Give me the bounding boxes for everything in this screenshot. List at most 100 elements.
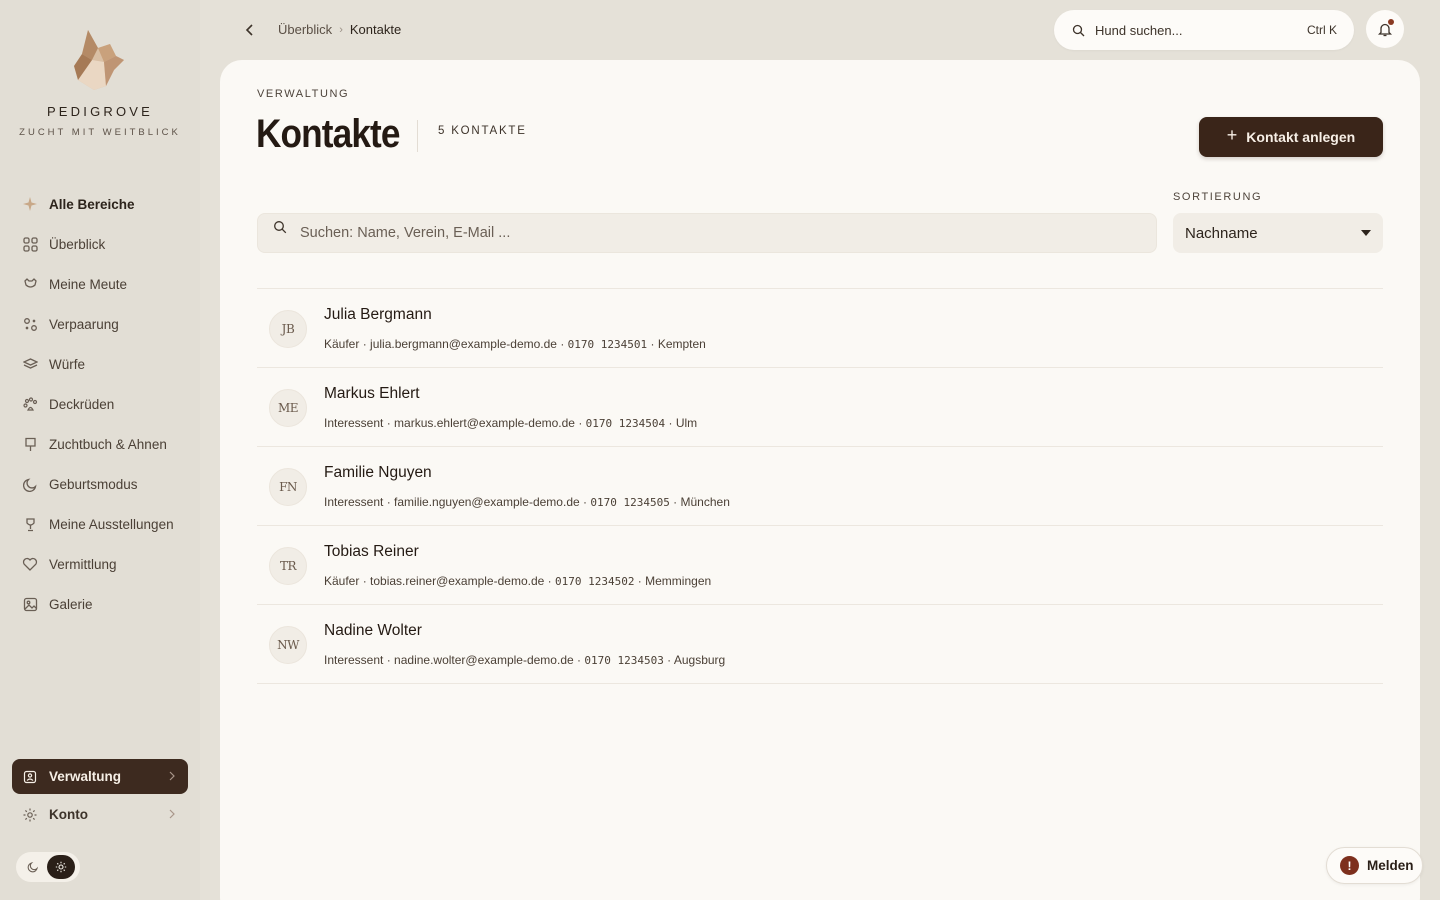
chevron-right-icon (168, 769, 176, 784)
sidebar-item-verwaltung[interactable]: Verwaltung (12, 759, 188, 794)
breadcrumb: Überblick › Kontakte (278, 22, 401, 37)
sidebar-item-geburtsmodus[interactable]: Geburtsmodus (12, 464, 188, 504)
contact-meta: Interessent · familie.nguyen@example-dem… (324, 495, 730, 509)
contact-role: Interessent (324, 416, 384, 430)
sidebar-item-ueberblick[interactable]: Überblick (12, 224, 188, 264)
meta-separator: · (663, 653, 674, 667)
contact-city: Ulm (675, 416, 698, 430)
sort-label: SORTIERUNG (1173, 191, 1263, 203)
sidebar-item-zuchtbuch[interactable]: Zuchtbuch & Ahnen (12, 424, 188, 464)
light-mode-option[interactable] (47, 855, 75, 879)
contact-city: München (680, 495, 730, 509)
sidebar: PEDIGROVE ZUCHT MIT WEITBLICK Alle Berei… (0, 0, 200, 900)
grid-icon (22, 236, 38, 252)
search-icon (1072, 24, 1085, 36)
contact-row[interactable]: TR Tobias Reiner Käufer · tobias.reiner@… (257, 526, 1383, 605)
sidebar-item-label: Zuchtbuch & Ahnen (49, 436, 167, 452)
contact-city: Memmingen (645, 574, 712, 588)
sidebar-item-label: Verpaarung (49, 316, 119, 332)
brand-tagline: ZUCHT MIT WEITBLICK (19, 127, 181, 138)
section-eyebrow: VERWALTUNG (257, 88, 350, 100)
moon-icon (22, 476, 38, 492)
layers-icon (22, 356, 38, 372)
meta-separator: · (669, 495, 681, 509)
sidebar-bottom-nav: Verwaltung Konto (12, 759, 188, 835)
title-divider (417, 120, 418, 152)
contact-row[interactable]: JB Julia Bergmann Käufer · julia.bergman… (257, 289, 1383, 368)
sidebar-item-meine-meute[interactable]: Meine Meute (12, 264, 188, 304)
caret-down-icon (1361, 230, 1371, 236)
contact-role: Interessent (324, 653, 384, 667)
sort-select[interactable]: Nachname (1173, 213, 1383, 253)
contact-meta: Käufer · tobias.reiner@example-demo.de ·… (324, 574, 711, 588)
sidebar-item-vermittlung[interactable]: Vermittlung (12, 544, 188, 584)
contact-email: nadine.wolter@example-demo.de (394, 653, 574, 667)
global-search[interactable]: Hund suchen... Ctrl K (1054, 10, 1354, 50)
sidebar-nav: Alle Bereiche Überblick Meine Meute Verp… (12, 184, 188, 624)
meta-separator: · (647, 337, 658, 351)
contact-count: 5 KONTAKTE (438, 125, 527, 137)
report-button[interactable]: ! Melden (1326, 847, 1423, 884)
sidebar-item-label: Geburtsmodus (49, 476, 138, 492)
sparkle-icon (22, 196, 38, 212)
avatar: NW (269, 626, 307, 664)
keyboard-shortcut: Ctrl K (1307, 23, 1337, 37)
meta-separator: · (556, 337, 568, 351)
meta-separator: · (579, 495, 591, 509)
plus-icon: + (1226, 125, 1238, 145)
sun-icon (55, 861, 67, 873)
add-contact-button[interactable]: + Kontakt anlegen (1199, 117, 1383, 157)
contact-phone: 0170 1234505 (590, 496, 670, 509)
contact-email: julia.bergmann@example-demo.de (370, 337, 557, 351)
avatar: TR (269, 547, 307, 585)
meta-separator: · (634, 574, 646, 588)
notification-badge (1388, 19, 1394, 25)
contact-city: Kempten (657, 337, 706, 351)
moon-icon (27, 861, 39, 873)
brand-logo[interactable]: PEDIGROVE ZUCHT MIT WEITBLICK (0, 26, 200, 138)
meta-separator: · (544, 574, 555, 588)
contact-row[interactable]: FN Familie Nguyen Interessent · familie.… (257, 447, 1383, 526)
contact-email: tobias.reiner@example-demo.de (370, 574, 545, 588)
contact-role: Käufer (324, 337, 360, 351)
contact-name: Nadine Wolter (324, 622, 422, 639)
chevron-left-icon (245, 24, 253, 36)
paw-icon (22, 396, 38, 412)
sidebar-item-label: Deckrüden (49, 396, 115, 412)
page-title: Kontakte (256, 112, 400, 156)
sidebar-item-label: Verwaltung (49, 769, 122, 784)
back-button[interactable] (240, 20, 260, 40)
contact-email: markus.ehlert@example-demo.de (394, 416, 575, 430)
sidebar-item-wuerfe[interactable]: Würfe (12, 344, 188, 384)
notifications-button[interactable] (1366, 10, 1404, 48)
contact-search (257, 213, 1157, 253)
dark-mode-option[interactable] (19, 855, 47, 879)
sidebar-item-label: Meine Ausstellungen (49, 516, 174, 532)
sidebar-item-label: Überblick (49, 236, 106, 252)
sidebar-item-deckrueden[interactable]: Deckrüden (12, 384, 188, 424)
contact-row[interactable]: NW Nadine Wolter Interessent · nadine.wo… (257, 605, 1383, 684)
contact-role: Käufer (324, 574, 360, 588)
sidebar-item-ausstellungen[interactable]: Meine Ausstellungen (12, 504, 188, 544)
sidebar-item-alle-bereiche[interactable]: Alle Bereiche (12, 184, 188, 224)
sidebar-item-label: Konto (49, 807, 88, 822)
breadcrumb-current: Kontakte (349, 22, 402, 37)
sidebar-item-label: Galerie (49, 596, 93, 612)
breadcrumb-link-ueberblick[interactable]: Überblick (278, 22, 332, 37)
main-panel: VERWALTUNG Kontakte 5 KONTAKTE + Kontakt… (220, 60, 1420, 900)
sidebar-item-verpaarung[interactable]: Verpaarung (12, 304, 188, 344)
sidebar-item-galerie[interactable]: Galerie (12, 584, 188, 624)
admin-icon (22, 769, 38, 785)
contact-meta: Interessent · markus.ehlert@example-demo… (324, 416, 697, 430)
meta-separator: · (383, 653, 395, 667)
contact-search-input[interactable] (258, 214, 1156, 252)
theme-toggle[interactable] (16, 852, 80, 882)
contact-list: JB Julia Bergmann Käufer · julia.bergman… (257, 288, 1383, 684)
meta-separator: · (383, 495, 395, 509)
sidebar-item-label: Meine Meute (49, 276, 128, 292)
contact-row[interactable]: ME Markus Ehlert Interessent · markus.eh… (257, 368, 1383, 447)
contact-phone: 0170 1234504 (585, 417, 666, 430)
book-icon (22, 436, 38, 452)
sidebar-item-konto[interactable]: Konto (12, 797, 188, 832)
contact-meta: Interessent · nadine.wolter@example-demo… (324, 653, 725, 667)
